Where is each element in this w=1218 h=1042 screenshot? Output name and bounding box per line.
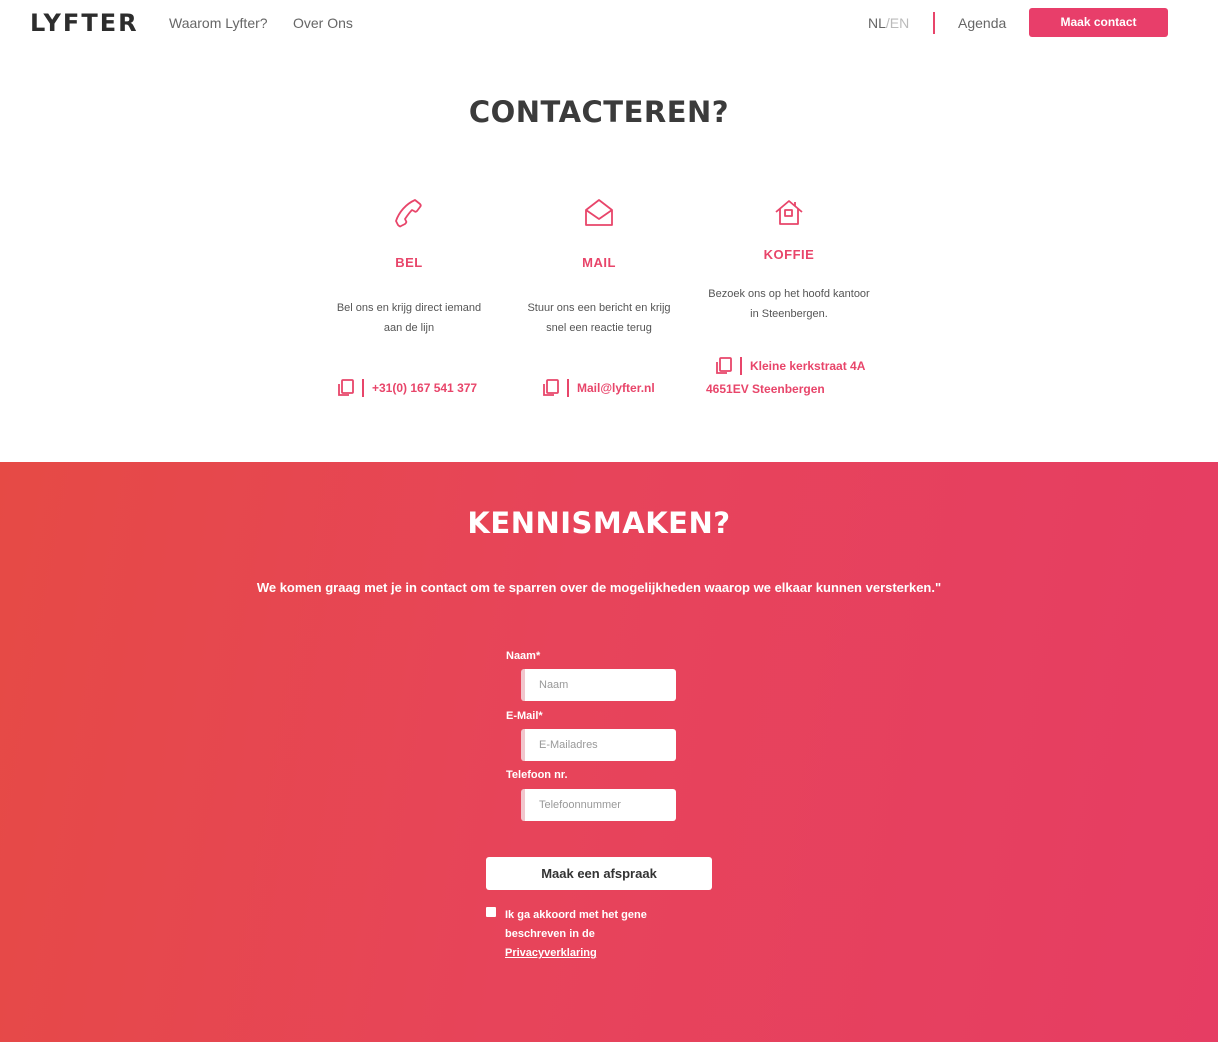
top-navbar: LYFTER Waarom Lyfter? Over Ons NL/EN Age… [0, 0, 1218, 48]
address-link[interactable]: Kleine kerkstraat 4A [714, 356, 865, 376]
contact-desc-mail: Stuur ons een bericht en krijg snel een … [527, 302, 671, 334]
lang-nl[interactable]: NL [868, 15, 886, 31]
address-line-2: 4651EV Steenbergen [706, 382, 825, 396]
mail-icon [585, 199, 613, 226]
kennismaken-section: KENNISMAKEN? We komen graag met je in co… [0, 462, 1218, 1042]
privacy-checkbox[interactable] [486, 907, 496, 917]
phone-number: +31(0) 167 541 377 [372, 381, 478, 395]
maak-contact-button[interactable]: Maak contact [1029, 8, 1168, 37]
separator-bar [740, 357, 742, 375]
address-line-2-wrap[interactable]: 4651EV Steenbergen [706, 382, 825, 396]
copy-icon [543, 379, 559, 396]
phone-link[interactable]: +31(0) 167 541 377 [336, 378, 477, 398]
house-icon [775, 200, 803, 225]
phone-label: Telefoon nr. [506, 769, 568, 781]
contact-title-bel: BEL [395, 255, 423, 270]
name-label: Naam* [506, 650, 541, 662]
email-input[interactable] [521, 729, 676, 761]
contact-heading: CONTACTEREN? [468, 95, 730, 129]
contact-col-koffie: KOFFIE Bezoek ons op het hoofd kantoor i… [699, 195, 879, 324]
contact-title-mail: MAIL [582, 255, 616, 270]
mail-link[interactable]: Mail@lyfter.nl [541, 378, 655, 398]
phone-input[interactable] [521, 789, 676, 821]
address-line-1: Kleine kerkstraat 4A [750, 359, 866, 373]
language-switcher: NL/EN [868, 15, 909, 31]
contact-desc-bel: Bel ons en krijg direct iemand aan de li… [336, 302, 482, 334]
nav-divider [933, 12, 935, 34]
copy-icon [716, 357, 732, 374]
separator-bar [567, 379, 569, 397]
privacy-consent-label: Ik ga akkoord met het gene beschreven in… [505, 909, 647, 940]
logo[interactable]: LYFTER [30, 9, 139, 37]
privacy-link[interactable]: Privacyverklaring [505, 944, 655, 963]
maak-afspraak-button[interactable]: Maak een afspraak [486, 857, 712, 890]
kennismaken-intro: We komen graag met je in contact om te s… [256, 580, 942, 595]
phone-icon [395, 199, 422, 228]
nav-link-waarom-lyfter[interactable]: Waarom Lyfter? [169, 15, 268, 31]
nav-link-agenda[interactable]: Agenda [958, 15, 1006, 31]
mail-address: Mail@lyfter.nl [577, 381, 655, 395]
nav-link-over-ons[interactable]: Over Ons [293, 15, 353, 31]
contact-col-bel: BEL Bel ons en krijg direct iemand aan d… [319, 195, 499, 338]
privacy-consent-text: Ik ga akkoord met het gene beschreven in… [505, 906, 655, 963]
copy-icon [338, 379, 354, 396]
kennismaken-heading: KENNISMAKEN? [467, 506, 731, 540]
separator-bar [362, 379, 364, 397]
email-label: E-Mail* [506, 710, 543, 722]
name-input[interactable] [521, 669, 676, 701]
lang-en[interactable]: EN [890, 15, 909, 31]
contact-desc-koffie: Bezoek ons op het hoofd kantoor in Steen… [708, 288, 870, 320]
contact-title-koffie: KOFFIE [763, 247, 815, 262]
contact-col-mail: MAIL Stuur ons een bericht en krijg snel… [509, 195, 689, 338]
